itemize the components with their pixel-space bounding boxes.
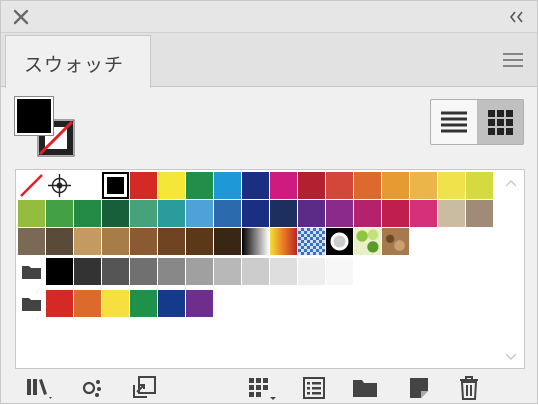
row2-swatch[interactable] xyxy=(102,200,129,227)
color-group-folder-icon[interactable] xyxy=(18,258,45,285)
tab-swatches[interactable]: スウォッチ xyxy=(5,35,151,88)
row1-swatch[interactable] xyxy=(130,172,157,199)
row3-swatch[interactable] xyxy=(214,228,241,255)
bottom-toolbar xyxy=(1,371,537,405)
group1-swatch[interactable] xyxy=(186,258,213,285)
row1-swatch[interactable] xyxy=(382,172,409,199)
row2-swatch[interactable] xyxy=(242,200,269,227)
row1-swatch[interactable] xyxy=(466,172,493,199)
row2-swatch[interactable] xyxy=(130,200,157,227)
row3-swatch[interactable] xyxy=(242,228,269,255)
group1-swatch[interactable] xyxy=(326,258,353,285)
group2-swatch[interactable] xyxy=(130,290,157,317)
swatches-panel: スウォッチ xyxy=(0,0,538,404)
row2-swatch[interactable] xyxy=(46,200,73,227)
fill-swatch[interactable] xyxy=(14,96,54,136)
swatch-libraries-icon[interactable] xyxy=(25,375,55,401)
row3-swatch[interactable] xyxy=(102,228,129,255)
tab-swatches-label: スウォッチ xyxy=(24,54,125,76)
swatch-options-icon[interactable] xyxy=(301,375,327,401)
fill-stroke-indicator xyxy=(14,96,79,161)
row1-swatch[interactable] xyxy=(298,172,325,199)
tab-row: スウォッチ xyxy=(1,33,537,88)
new-color-group-icon[interactable] xyxy=(351,375,379,401)
row3-swatch[interactable] xyxy=(18,228,45,255)
group1-swatch[interactable] xyxy=(242,258,269,285)
row1-swatch[interactable] xyxy=(46,172,73,199)
row3-swatch[interactable] xyxy=(158,228,185,255)
group1-swatch[interactable] xyxy=(270,258,297,285)
hamburger-menu-icon[interactable] xyxy=(501,51,525,69)
group1-swatch[interactable] xyxy=(102,258,129,285)
row2-swatch[interactable] xyxy=(466,200,493,227)
row2-swatch[interactable] xyxy=(410,200,437,227)
row1-swatch[interactable] xyxy=(410,172,437,199)
row1-swatch[interactable] xyxy=(354,172,381,199)
row2-swatch[interactable] xyxy=(158,200,185,227)
row2-swatch[interactable] xyxy=(298,200,325,227)
import-swatch-icon[interactable] xyxy=(131,375,159,401)
scrollbar[interactable] xyxy=(504,174,518,364)
row2-swatch[interactable] xyxy=(214,200,241,227)
row1-swatch[interactable] xyxy=(242,172,269,199)
group1-swatch[interactable] xyxy=(74,258,101,285)
group2-swatch[interactable] xyxy=(46,290,73,317)
row3-swatch[interactable] xyxy=(354,228,381,255)
close-icon[interactable] xyxy=(11,7,31,27)
group1-swatch[interactable] xyxy=(214,258,241,285)
show-swatch-kinds-icon[interactable] xyxy=(247,375,279,401)
group2-swatch[interactable] xyxy=(158,290,185,317)
group2-swatch[interactable] xyxy=(74,290,101,317)
group2-swatch[interactable] xyxy=(186,290,213,317)
double-chevron-left-icon[interactable] xyxy=(507,9,527,25)
row3-swatch[interactable] xyxy=(186,228,213,255)
row1-swatch[interactable] xyxy=(326,172,353,199)
row2-swatch[interactable] xyxy=(326,200,353,227)
row3-swatch[interactable] xyxy=(74,228,101,255)
row1-swatch[interactable] xyxy=(438,172,465,199)
row3-swatch[interactable] xyxy=(382,228,409,255)
grid-view-icon[interactable] xyxy=(477,100,523,144)
list-view-icon[interactable] xyxy=(431,100,477,144)
row2-swatch[interactable] xyxy=(18,200,45,227)
group1-swatch[interactable] xyxy=(46,258,73,285)
group2-swatch[interactable] xyxy=(102,290,129,317)
row3-swatch[interactable] xyxy=(46,228,73,255)
new-swatch-icon[interactable] xyxy=(407,375,431,401)
group1-swatch[interactable] xyxy=(158,258,185,285)
row1-swatch[interactable] xyxy=(186,172,213,199)
row1-swatch[interactable] xyxy=(158,172,185,199)
row1-swatch[interactable] xyxy=(270,172,297,199)
row3-swatch[interactable] xyxy=(298,228,325,255)
row1-swatch[interactable] xyxy=(214,172,241,199)
view-toggle xyxy=(430,99,524,145)
row3-swatch[interactable] xyxy=(326,228,353,255)
row1-swatch[interactable] xyxy=(18,172,45,199)
panel-titlebar xyxy=(1,1,537,33)
group1-swatch[interactable] xyxy=(130,258,157,285)
row2-swatch[interactable] xyxy=(186,200,213,227)
row3-swatch[interactable] xyxy=(130,228,157,255)
color-group-folder-icon[interactable] xyxy=(18,290,45,317)
row2-swatch[interactable] xyxy=(382,200,409,227)
row1-swatch[interactable] xyxy=(74,172,101,199)
row1-swatch[interactable] xyxy=(102,172,129,199)
delete-swatch-icon[interactable] xyxy=(457,375,481,401)
row2-swatch[interactable] xyxy=(438,200,465,227)
row2-swatch[interactable] xyxy=(74,200,101,227)
row2-swatch[interactable] xyxy=(270,200,297,227)
row3-swatch[interactable] xyxy=(270,228,297,255)
swatch-grid xyxy=(15,169,525,369)
group1-swatch[interactable] xyxy=(298,258,325,285)
place-swatches-icon[interactable] xyxy=(81,375,105,401)
row2-swatch[interactable] xyxy=(354,200,381,227)
